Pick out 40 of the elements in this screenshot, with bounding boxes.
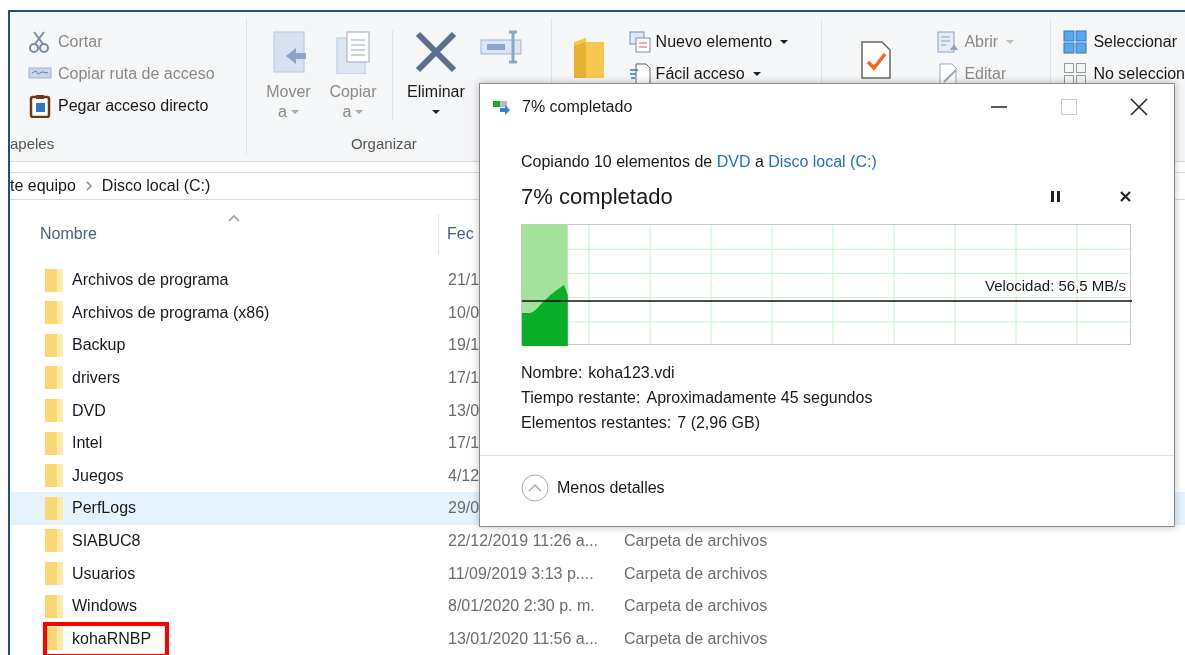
type-cell-text: Carpeta de archivos — [624, 530, 768, 551]
date-cell-text: 29/0 — [448, 498, 480, 519]
file-name: DVD — [72, 400, 106, 421]
file-name: Juegos — [72, 465, 124, 486]
file-name: Archivos de programa — [72, 270, 229, 291]
progress-heading: 7% completado — [521, 182, 673, 211]
date-cell-text: 19/1 — [448, 335, 480, 356]
detail-label: Tiempo restante: — [521, 388, 641, 408]
file-name: Backup — [72, 335, 126, 356]
date-cell-text: 22/12/2019 11:26 a... — [448, 530, 599, 551]
type-cell-text: Carpeta de archivos — [624, 596, 768, 617]
detail-value: koha123.vdi — [588, 363, 675, 383]
file-name: Usuarios — [72, 563, 136, 584]
file-name: Archivos de programa (x86) — [72, 302, 270, 323]
group-label: Organizar — [350, 134, 417, 152]
date-cell-text: 17/1 — [448, 433, 480, 454]
speed-label: Velocidad: 56,5 MB/s — [985, 276, 1126, 296]
file-name: Intel — [72, 433, 103, 454]
detail-value: 7 (2,96 GB) — [677, 413, 760, 433]
detail-label: Nombre: — [521, 363, 583, 383]
date-cell-text: 13/01/2020 11:56 a... — [448, 628, 599, 649]
file-name: SIABUC8 — [72, 530, 141, 551]
file-name: kohaRNBP — [72, 628, 152, 649]
type-cell-text: Carpeta de archivos — [624, 563, 768, 584]
group-label: apeles — [10, 134, 55, 152]
window-title: 7% completado — [522, 97, 633, 117]
file-name: PerfLogs — [72, 498, 137, 519]
detail-label: Elementos restantes: — [521, 413, 672, 433]
date-cell-text: 8/01/2020 2:30 p. m. — [448, 596, 595, 617]
date-cell-text: 4/12 — [448, 465, 480, 486]
date-cell-text: 10/0 — [448, 302, 480, 323]
date-cell-text: 11/09/2019 3:13 p.... — [448, 563, 594, 584]
date-cell-text: 21/1 — [448, 270, 480, 291]
date-cell-text: 17/1 — [448, 367, 480, 388]
file-name: drivers — [72, 367, 120, 388]
date-cell-text: 13/0 — [448, 400, 480, 421]
type-cell-text: Carpeta de archivos — [624, 628, 768, 649]
file-name: Windows — [72, 596, 137, 617]
detail-value: Aproximadamente 45 segundos — [646, 388, 873, 408]
copy-summary: Copiando 10 elementos de DVD a Disco local (C:) — [521, 152, 877, 172]
